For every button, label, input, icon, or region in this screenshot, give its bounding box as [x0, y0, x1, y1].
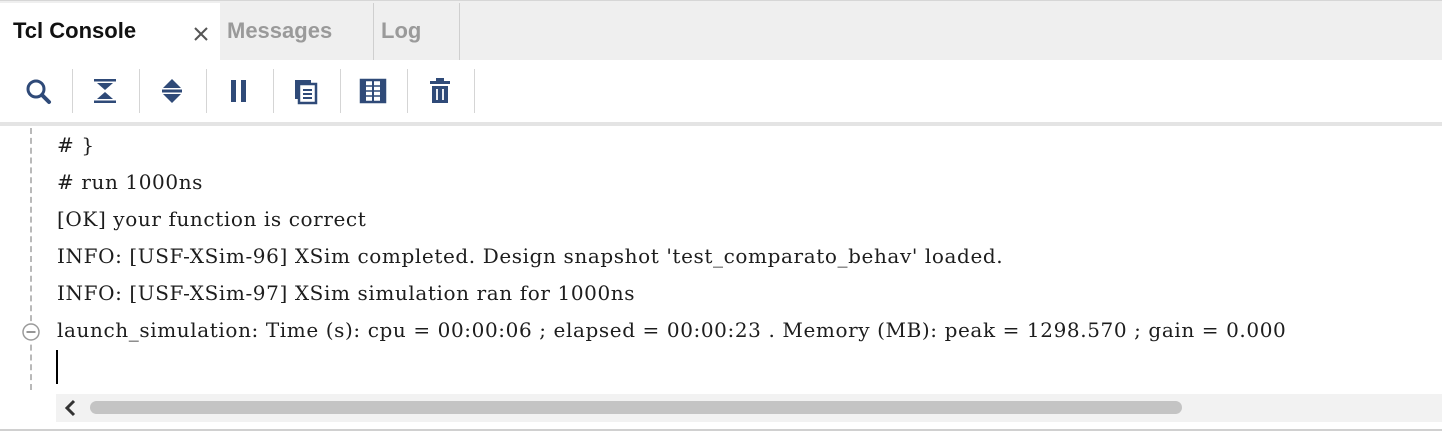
chevron-left-icon[interactable] [62, 399, 80, 417]
console-output[interactable]: # } # run 1000ns [OK] your function is c… [0, 126, 1442, 394]
console-toolbar [0, 60, 1442, 122]
fold-guide-line [30, 128, 32, 390]
close-icon[interactable] [190, 23, 212, 45]
search-icon[interactable] [24, 76, 54, 106]
tab-log[interactable]: Log [374, 3, 460, 61]
tab-label: Log [381, 18, 422, 43]
horizontal-scrollbar[interactable] [56, 394, 1442, 422]
panel-bottom-border [0, 429, 1442, 438]
toolbar-separator [273, 69, 274, 113]
copy-icon[interactable] [291, 76, 321, 106]
console-line: launch_simulation: Time (s): cpu = 00:00… [57, 318, 1287, 342]
console-line: # run 1000ns [57, 170, 204, 194]
tab-label: Messages [227, 18, 333, 43]
console-line: # } [57, 133, 95, 157]
pause-icon[interactable] [224, 76, 254, 106]
tab-label: Tcl Console [13, 18, 137, 43]
tab-tcl-console[interactable]: Tcl Console [0, 3, 220, 61]
show-columns-icon[interactable] [358, 76, 388, 106]
console-line: [OK] your function is correct [57, 207, 367, 231]
toolbar-separator [206, 69, 207, 113]
expand-all-icon[interactable] [157, 76, 187, 106]
toolbar-separator [72, 69, 73, 113]
toolbar-separator [474, 69, 475, 113]
collapse-all-icon[interactable] [90, 76, 120, 106]
console-line: INFO: [USF-XSim-96] XSim completed. Desi… [57, 244, 1004, 268]
tab-messages[interactable]: Messages [220, 3, 374, 61]
tab-bar: Tcl Console Messages Log [0, 0, 1442, 61]
text-caret [56, 350, 58, 384]
toolbar-separator [139, 69, 140, 113]
scrollbar-thumb[interactable] [90, 401, 1182, 414]
toolbar-separator [340, 69, 341, 113]
toolbar-separator [407, 69, 408, 113]
delete-icon[interactable] [425, 76, 455, 106]
collapse-icon[interactable] [21, 322, 41, 342]
console-line: INFO: [USF-XSim-97] XSim simulation ran … [57, 281, 636, 305]
